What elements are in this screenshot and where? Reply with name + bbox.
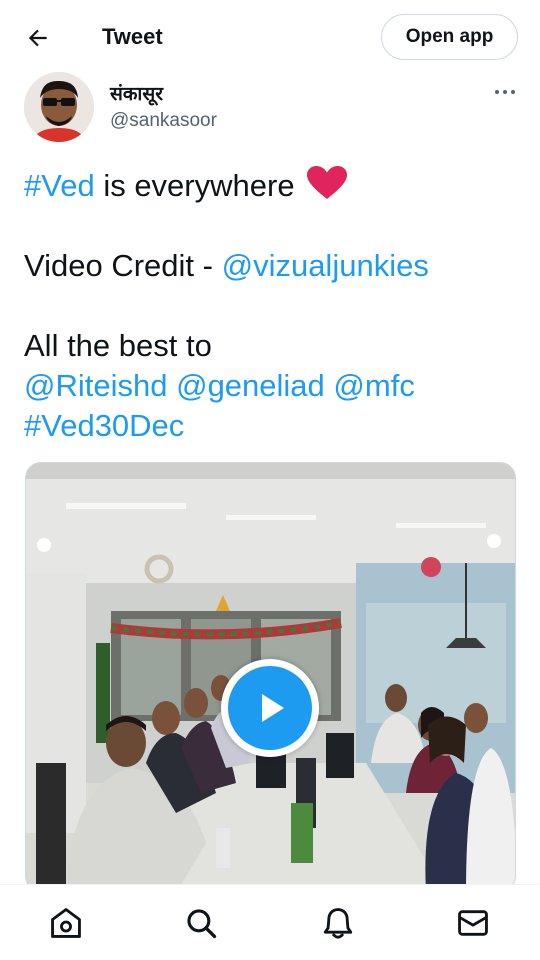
mention-geneliad[interactable]: @geneliad <box>176 368 325 403</box>
more-dot <box>511 90 515 94</box>
more-dot <box>503 90 507 94</box>
arrow-left-icon <box>28 29 47 47</box>
tweet-line: @Riteishd @geneliad @mfc <box>24 366 516 406</box>
more-options-button[interactable] <box>490 80 520 104</box>
tweet-line: #Ved is everywhere <box>24 166 516 206</box>
nav-home[interactable] <box>48 905 84 941</box>
tweet-author: संकासूर @sankasoor <box>24 72 520 146</box>
tweet-line: All the best to <box>24 328 212 363</box>
avatar[interactable] <box>24 72 94 142</box>
tweet-text-segment: Video Credit - <box>24 248 222 283</box>
page-title: Tweet <box>102 24 163 49</box>
home-icon <box>51 908 81 938</box>
author-handle[interactable]: @sankasoor <box>110 110 217 132</box>
mention-riteishd[interactable]: @Riteishd <box>24 368 167 403</box>
tweet-line: #Ved30Dec <box>24 406 516 446</box>
tweet-text: #Ved is everywhere Video Credit - @vizua… <box>24 166 516 446</box>
hashtag-ved[interactable]: #Ved <box>24 168 95 203</box>
open-app-button[interactable]: Open app <box>381 14 518 60</box>
hashtag-ved30dec[interactable]: #Ved30Dec <box>24 408 184 443</box>
heart-emoji-icon <box>307 166 348 199</box>
search-icon <box>187 909 217 939</box>
play-button[interactable] <box>221 659 319 757</box>
top-bar: Tweet Open app <box>0 0 540 76</box>
tweet-line: Video Credit - @vizualjunkies <box>24 246 516 286</box>
mention-mfc[interactable]: @mfc <box>333 368 414 403</box>
author-display-name[interactable]: संकासूर <box>110 80 163 106</box>
nav-search[interactable] <box>183 905 219 941</box>
bell-icon <box>323 908 353 939</box>
mail-icon <box>458 910 488 936</box>
nav-notifications[interactable] <box>320 905 356 941</box>
more-horizontal-icon <box>495 90 499 94</box>
mention-vizualjunkies[interactable]: @vizualjunkies <box>222 248 429 283</box>
back-button[interactable] <box>22 22 54 54</box>
play-icon-circle <box>228 666 312 750</box>
tweet-text-segment: is everywhere <box>94 168 304 203</box>
play-icon <box>262 694 284 722</box>
nav-messages[interactable] <box>455 905 491 941</box>
video-thumbnail[interactable] <box>25 462 516 892</box>
bottom-navigation <box>0 884 540 960</box>
